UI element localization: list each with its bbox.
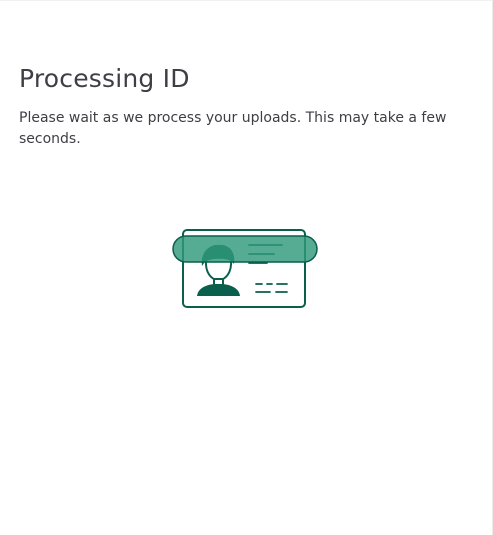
scan-band	[172, 235, 318, 263]
top-divider	[0, 0, 493, 1]
page-title: Processing ID	[19, 64, 190, 93]
processing-message: Please wait as we process your uploads. …	[19, 110, 447, 147]
id-card-scanning-icon	[170, 226, 320, 312]
processing-id-screen: Processing ID Please wait as we process …	[0, 0, 493, 535]
